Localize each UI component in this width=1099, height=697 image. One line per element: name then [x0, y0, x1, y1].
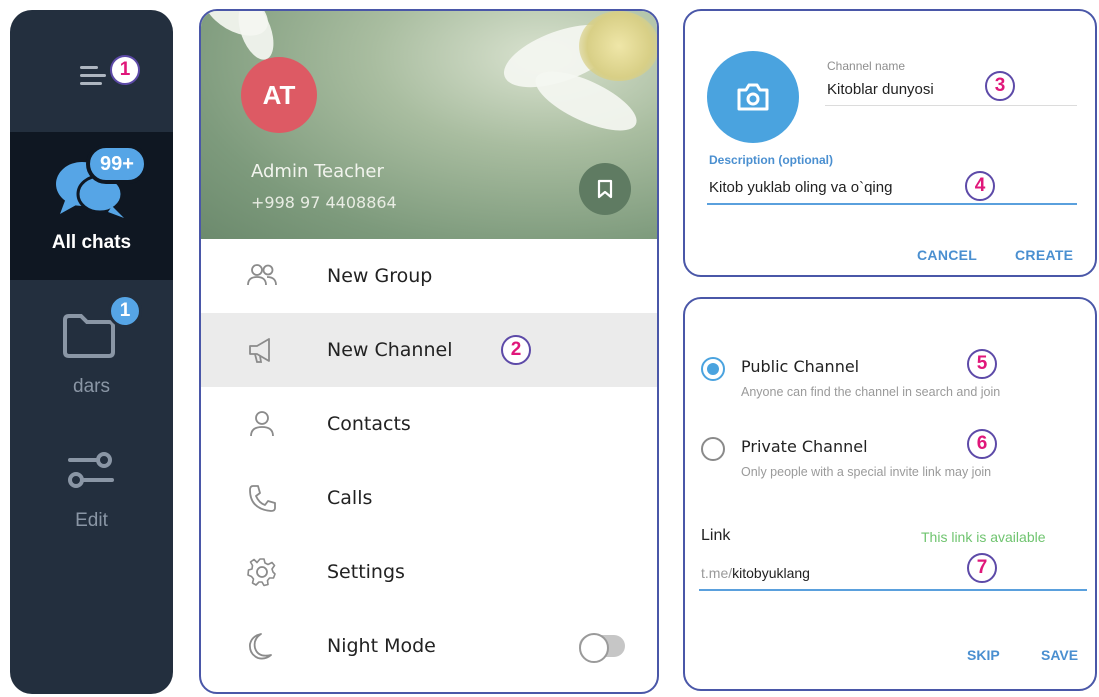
annotation-marker-7: 7: [967, 553, 997, 583]
megaphone-icon: [249, 338, 270, 363]
background-flower: [579, 11, 657, 81]
sliders-icon: [68, 452, 114, 488]
folder-label-all-chats: All chats: [51, 232, 132, 253]
unread-count-badge: 99+: [86, 144, 148, 184]
public-channel-description: Anyone can find the channel in search an…: [741, 385, 1001, 399]
camera-icon: [737, 83, 769, 111]
menu-item-new-channel[interactable]: New Channel 2: [201, 313, 657, 387]
gear-icon: [247, 558, 276, 587]
description-underline: [707, 203, 1077, 205]
cancel-button[interactable]: CANCEL: [917, 247, 977, 263]
folder-label-dars: dars: [73, 376, 110, 397]
link-prefix: t.me/: [701, 565, 733, 581]
channel-name-underline: [825, 105, 1077, 106]
link-value: kitobyuklang: [732, 565, 810, 581]
folder-sidebar: 1 99+ All chats 1 dars Edit: [10, 10, 173, 694]
annotation-marker-6: 6: [967, 429, 997, 459]
folder-all-chats[interactable]: 99+ All chats: [10, 132, 173, 280]
channel-type-dialog: Public Channel Anyone can find the chann…: [683, 297, 1097, 691]
night-mode-toggle[interactable]: [579, 633, 625, 663]
menu-item-contacts[interactable]: Contacts: [201, 387, 657, 461]
person-icon: [250, 411, 274, 437]
profile-header: AT Admin Teacher +998 97 4408864: [201, 11, 657, 239]
folder-label-edit: Edit: [75, 510, 108, 531]
link-label: Link: [701, 527, 731, 544]
menu-item-new-group[interactable]: New Group: [201, 239, 657, 313]
private-channel-description: Only people with a special invite link m…: [741, 465, 992, 479]
public-channel-radio[interactable]: [701, 357, 725, 381]
folder-edit[interactable]: Edit: [10, 430, 173, 550]
private-channel-radio[interactable]: [701, 437, 725, 461]
hamburger-menu-icon[interactable]: [80, 66, 106, 86]
description-label: Description (optional): [709, 153, 833, 167]
description-input[interactable]: Kitob yuklab oling va o`qing: [709, 179, 892, 196]
menu-item-label: Calls: [327, 487, 373, 509]
link-status: This link is available: [921, 529, 1046, 545]
moon-icon: [249, 633, 272, 660]
menu-list: New Group New Channel 2 Contacts Calls S…: [201, 239, 657, 683]
skip-button[interactable]: SKIP: [967, 647, 1000, 663]
dars-unread-badge: 1: [108, 294, 142, 328]
link-underline: [699, 589, 1087, 591]
phone-icon: [249, 485, 276, 512]
menu-item-settings[interactable]: Settings: [201, 535, 657, 609]
new-channel-dialog: Channel name Kitoblar dunyosi 3 Descript…: [683, 9, 1097, 277]
menu-item-label: Settings: [327, 561, 405, 583]
channel-name-label: Channel name: [827, 59, 906, 73]
annotation-marker-3: 3: [985, 71, 1015, 101]
group-icon: [247, 264, 277, 286]
public-channel-title: Public Channel: [741, 357, 860, 376]
bookmark-icon: [597, 179, 613, 199]
annotation-marker-1: 1: [110, 55, 140, 85]
menu-item-label: New Group: [327, 265, 433, 287]
save-button[interactable]: SAVE: [1041, 647, 1078, 663]
profile-name: Admin Teacher: [251, 161, 384, 182]
saved-messages-button[interactable]: [579, 163, 631, 215]
menu-item-label: Contacts: [327, 413, 411, 435]
channel-photo-button[interactable]: [707, 51, 799, 143]
private-channel-title: Private Channel: [741, 437, 868, 456]
link-input[interactable]: t.me/kitobyuklang: [701, 565, 810, 581]
annotation-marker-2: 2: [501, 335, 531, 365]
profile-phone: +998 97 4408864: [251, 193, 397, 212]
folder-dars[interactable]: 1 dars: [10, 290, 173, 410]
background-petal: [231, 11, 281, 65]
annotation-marker-4: 4: [965, 171, 995, 201]
channel-name-input[interactable]: Kitoblar dunyosi: [827, 81, 934, 98]
create-button[interactable]: CREATE: [1015, 247, 1073, 263]
menu-item-night-mode[interactable]: Night Mode: [201, 609, 657, 683]
menu-item-label: New Channel: [327, 339, 453, 361]
menu-item-label: Night Mode: [327, 635, 436, 657]
annotation-marker-5: 5: [967, 349, 997, 379]
menu-item-calls[interactable]: Calls: [201, 461, 657, 535]
avatar[interactable]: AT: [241, 57, 317, 133]
main-menu-panel: AT Admin Teacher +998 97 4408864 New Gro…: [199, 9, 659, 694]
